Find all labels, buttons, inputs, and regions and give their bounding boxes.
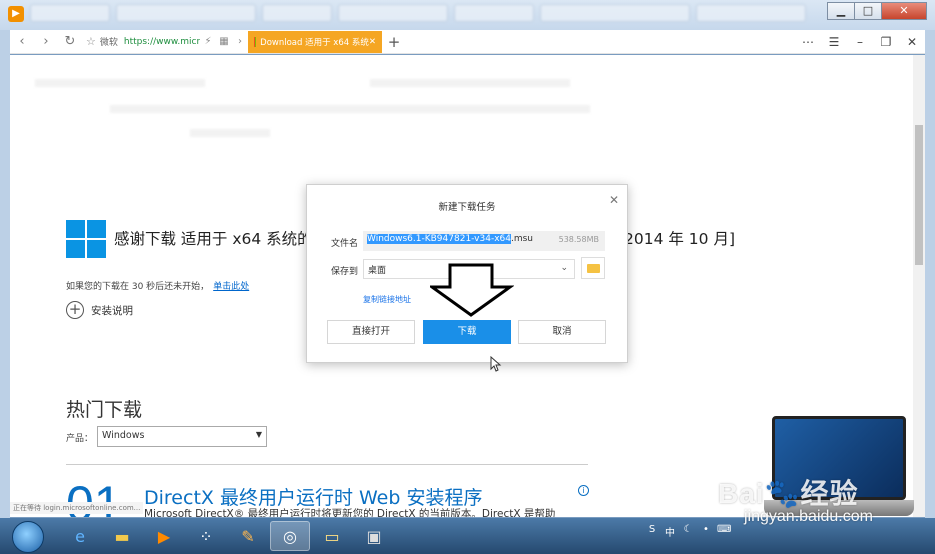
filename-field[interactable]: Windows6.1-KB947821-v34-x64.msu 538.58MB <box>363 231 605 251</box>
network-icon[interactable]: ▣ <box>354 521 394 551</box>
lightning-icon[interactable]: ⚡ <box>200 36 216 47</box>
back-icon[interactable]: ‹ <box>10 34 34 49</box>
install-label: 安装说明 <box>91 304 133 317</box>
dropdown-caret-icon: ▼ <box>255 430 262 439</box>
blurred-nav <box>110 105 590 113</box>
tab-download[interactable]: Download 适用于 x64 系统 ✕ <box>248 30 382 53</box>
start-button[interactable] <box>12 521 44 553</box>
paw-icon: 🐾 <box>764 478 801 509</box>
browser-taskbar-icon[interactable]: ◎ <box>270 521 310 551</box>
tab-title: Download 适用于 x64 系统 <box>260 37 369 48</box>
plus-circle-icon[interactable]: + <box>66 301 84 319</box>
browser-app-icon: ▶ <box>8 6 24 22</box>
chevron-down-icon: ⌄ <box>560 263 568 273</box>
input-lang-icon[interactable]: 中 <box>663 524 677 539</box>
baidu-watermark-tail: 经验 <box>800 478 859 509</box>
chevron-right-icon[interactable]: › <box>232 36 248 47</box>
hot-downloads-title: 热门下载 <box>66 399 143 421</box>
download-note-text: 如果您的下载在 30 秒后还未开始， <box>66 282 210 292</box>
browse-folder-button[interactable] <box>581 257 605 279</box>
blurred-header <box>370 79 570 87</box>
menu-icon[interactable]: ☰ <box>821 35 847 49</box>
app-icon-dots[interactable]: ⁘ <box>186 521 226 551</box>
filename-extension: .msu <box>510 234 534 244</box>
download-note: 如果您的下载在 30 秒后还未开始， 单击此处 <box>66 279 249 292</box>
blurred-nav <box>190 129 270 137</box>
address-site-label: 微软 <box>99 38 118 48</box>
dot-icon[interactable]: • <box>699 524 713 539</box>
info-icon[interactable]: i <box>578 485 589 496</box>
media-player-icon[interactable]: ▶ <box>144 521 184 551</box>
window-left-border <box>0 30 10 520</box>
explorer-icon[interactable]: ▬ <box>102 521 142 551</box>
refresh-icon[interactable]: ↻ <box>58 34 82 49</box>
product-select[interactable]: Windows ▼ <box>97 426 267 447</box>
download-button[interactable]: 下载 <box>423 320 511 344</box>
address-bar[interactable]: ☆ 微软 https://www.micr <box>82 31 200 53</box>
page-title-tail: 2014 年 10 月] <box>624 230 735 248</box>
grid-icon[interactable]: ▦ <box>216 36 232 47</box>
window-right-border <box>925 30 935 520</box>
forward-icon[interactable]: › <box>34 34 58 49</box>
background-tabs <box>30 4 810 24</box>
saveto-value: 桌面 <box>368 266 387 276</box>
close-window-button[interactable]: ✕ <box>881 2 927 20</box>
saveto-label: 保存到 <box>331 267 359 277</box>
ime-icon[interactable]: S <box>645 524 659 539</box>
folder-icon <box>587 264 600 273</box>
ie-icon[interactable]: e <box>60 521 100 551</box>
tab-close-icon[interactable]: ✕ <box>369 37 376 47</box>
product-label: 产品： <box>66 434 94 444</box>
mouse-cursor-icon <box>490 356 502 372</box>
restore-icon[interactable]: ❐ <box>873 35 899 49</box>
dialog-title: 新建下载任务 <box>438 202 496 213</box>
open-directly-button[interactable]: 直接打开 <box>327 320 415 344</box>
browser-menu-group: ⋯ ☰ – ❐ ✕ <box>795 35 925 49</box>
star-icon[interactable]: ☆ <box>86 35 96 48</box>
install-instructions[interactable]: + 安装说明 <box>66 301 133 319</box>
minimize-icon[interactable]: – <box>847 35 873 49</box>
copy-link-address[interactable]: 复制链接地址 <box>363 294 411 305</box>
dialog-close-icon[interactable]: ✕ <box>609 193 619 207</box>
microsoft-favicon-icon <box>254 36 257 47</box>
blurred-header <box>35 79 205 87</box>
paint-icon[interactable]: ✎ <box>228 521 268 551</box>
jingyan-watermark: jingyan.baidu.com <box>744 508 873 525</box>
file-size: 538.58MB <box>558 235 599 244</box>
more-icon[interactable]: ⋯ <box>795 35 821 49</box>
scrollbar-thumb[interactable] <box>915 125 923 265</box>
windows-logo-icon <box>66 220 106 258</box>
filename-selected-text: Windows6.1-KB947821-v34-x64 <box>367 234 511 244</box>
baidu-watermark-text: Bai <box>718 478 765 509</box>
page-scrollbar[interactable] <box>913 55 925 517</box>
close-icon[interactable]: ✕ <box>899 35 925 49</box>
folder-taskbar-icon[interactable]: ▭ <box>312 521 352 551</box>
window-titlebar: ▶ ▁ □ ✕ <box>0 0 935 30</box>
browser-toolbar: ‹ › ↻ ☆ 微软 https://www.micr ⚡ ▦ › Downlo… <box>10 30 925 54</box>
system-tray: S 中 ☾ • ⌨ <box>645 524 732 539</box>
status-bar-text: 正在等待 login.microsoftonline.com... <box>10 502 144 514</box>
keyboard-icon[interactable]: ⌨ <box>717 524 731 539</box>
filename-label: 文件名 <box>331 239 359 249</box>
item-description: Microsoft DirectX® 最终用户运行时将更新您的 DirectX … <box>144 508 556 517</box>
down-arrow-annotation-icon <box>430 263 514 317</box>
click-here-link[interactable]: 单击此处 <box>213 282 249 292</box>
cancel-button[interactable]: 取消 <box>518 320 606 344</box>
maximize-button[interactable]: □ <box>854 2 882 20</box>
address-url: https://www.micr <box>123 36 200 47</box>
new-tab-button[interactable]: + <box>382 33 406 51</box>
moon-icon[interactable]: ☾ <box>681 524 695 539</box>
product-value: Windows <box>102 430 145 441</box>
minimize-button[interactable]: ▁ <box>827 2 855 20</box>
baidu-watermark: Bai🐾经验 <box>718 472 858 512</box>
divider <box>66 464 588 465</box>
page-title: 感谢下载 适用于 x64 系统的 <box>114 230 313 248</box>
window-controls: ▁ □ ✕ <box>827 2 927 20</box>
